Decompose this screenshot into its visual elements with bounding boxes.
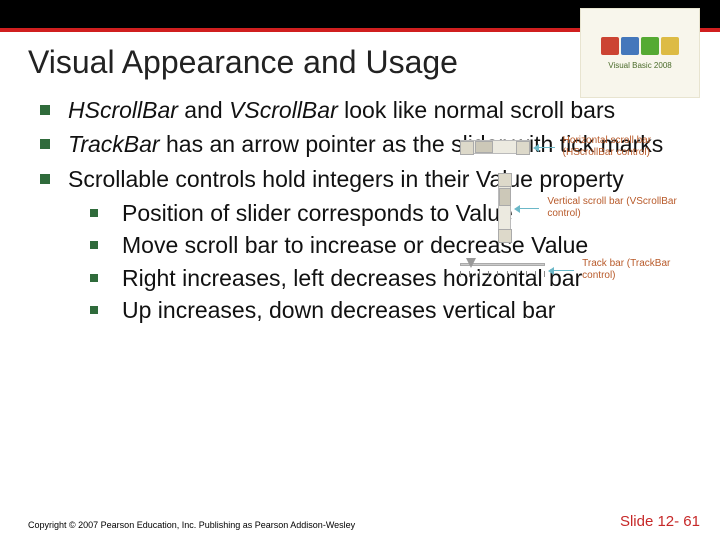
term-trackbar: TrackBar <box>68 131 160 157</box>
vscroll-label: Vertical scroll bar (VScrollBar control) <box>547 196 700 220</box>
trackbar-row: Track bar (TrackBar control) <box>460 257 700 283</box>
logo-text: Visual Basic 2008 <box>608 61 671 70</box>
slider-pointer-icon <box>466 258 476 268</box>
trackbar-label: Track bar (TrackBar control) <box>582 258 700 282</box>
term-hscrollbar: HScrollBar <box>68 97 178 123</box>
footer: Copyright © 2007 Pearson Education, Inc.… <box>28 513 700 530</box>
bullet-1: HScrollBar and VScrollBar look like norm… <box>40 95 692 125</box>
trackbar-graphic <box>460 257 545 283</box>
arrow-icon <box>519 208 539 209</box>
hscrollbar-graphic <box>460 140 530 154</box>
term-vscrollbar: VScrollBar <box>229 97 338 123</box>
text: look like normal scroll bars <box>338 97 615 123</box>
arrow-icon <box>538 147 555 148</box>
hscroll-label: Horizontal scroll bar (HScrollBar contro… <box>563 135 700 159</box>
controls-diagram: Horizontal scroll bar (HScrollBar contro… <box>460 135 700 297</box>
copyright-text: Copyright © 2007 Pearson Education, Inc.… <box>28 520 355 530</box>
logo-blocks <box>601 37 679 55</box>
arrow-icon <box>553 270 574 271</box>
vscroll-row: Vertical scroll bar (VScrollBar control) <box>460 173 700 243</box>
sub-bullet-4: Up increases, down decreases vertical ba… <box>90 295 692 325</box>
vscrollbar-graphic <box>498 173 511 243</box>
hscroll-row: Horizontal scroll bar (HScrollBar contro… <box>460 135 700 159</box>
text: and <box>178 97 229 123</box>
book-logo: Visual Basic 2008 <box>580 8 700 98</box>
slide-number: Slide 12- 61 <box>620 513 700 530</box>
